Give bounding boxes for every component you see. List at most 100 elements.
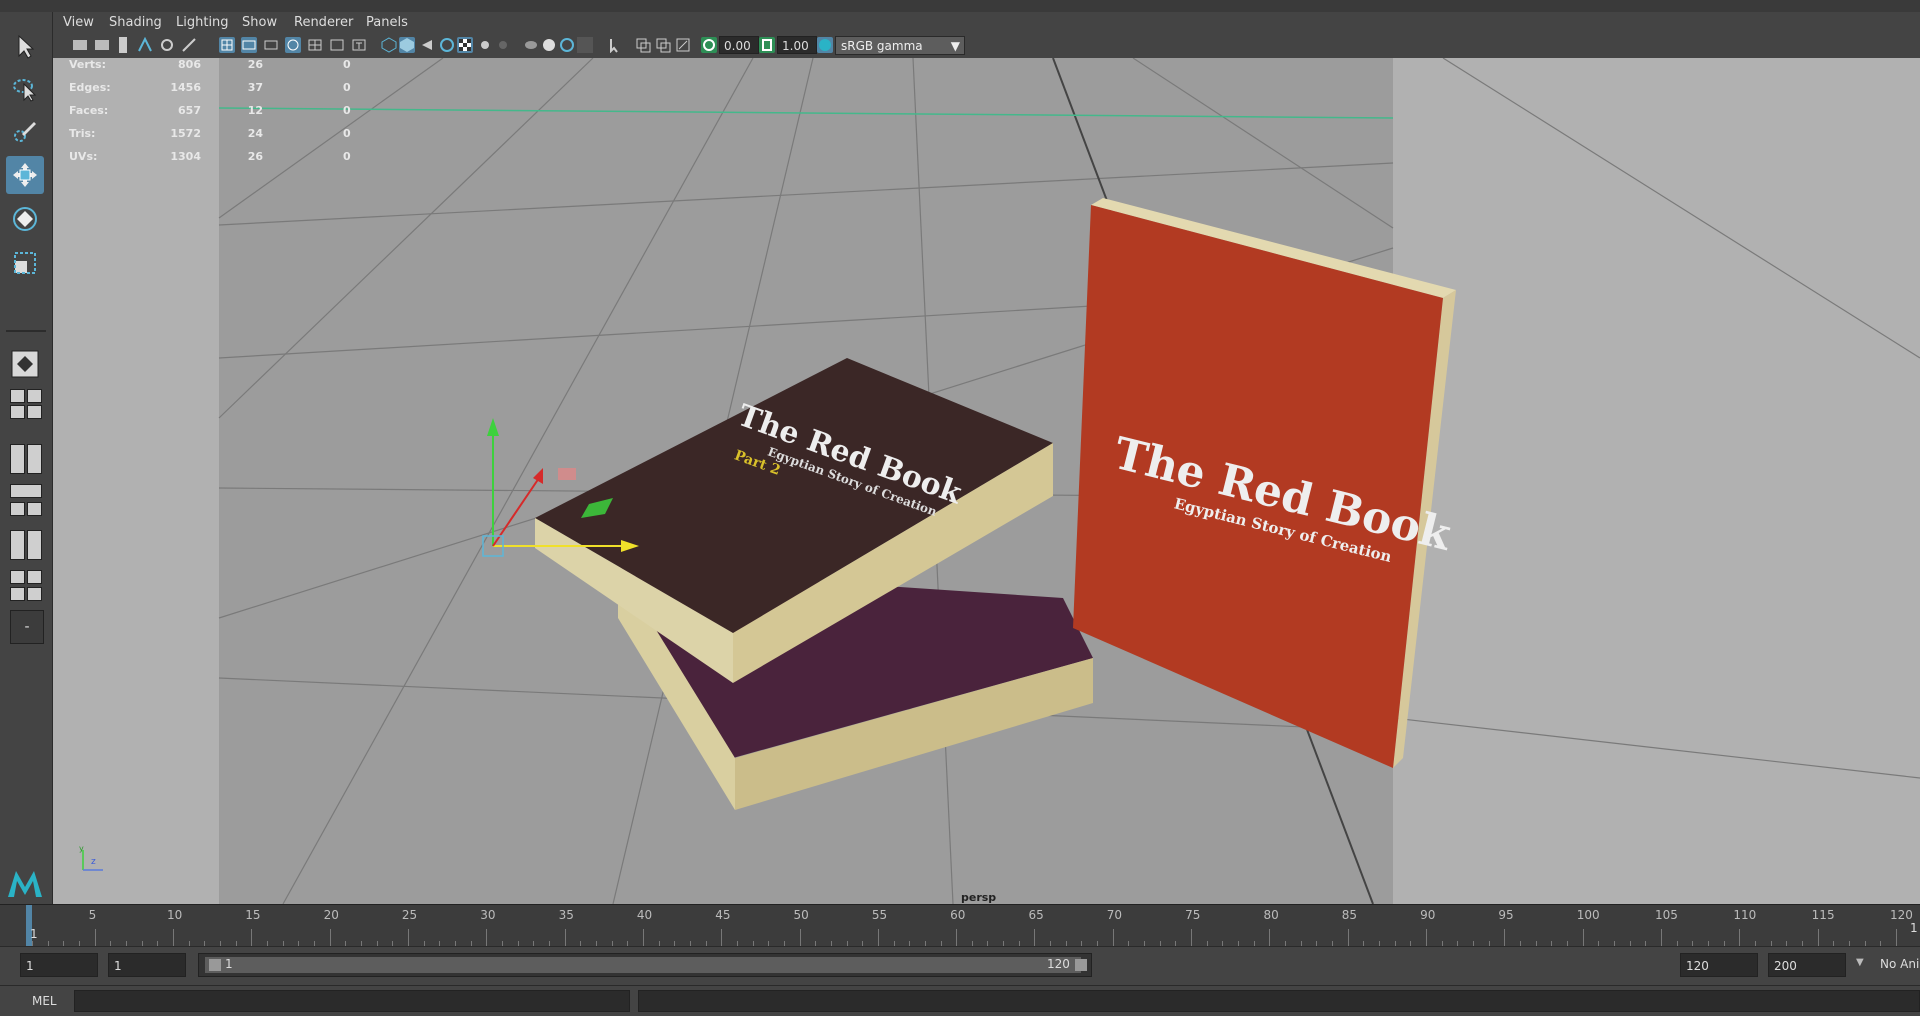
menu-panels[interactable]: Panels — [366, 15, 408, 30]
timeline-tick — [956, 929, 958, 947]
textured-icon[interactable] — [457, 37, 473, 53]
hypershade-layout-icon-b[interactable] — [10, 587, 42, 601]
2d-pan-zoom-icon[interactable] — [159, 37, 175, 53]
timeline-tick — [329, 929, 331, 947]
range-end-grip[interactable] — [1075, 959, 1087, 971]
timeline-tick — [1269, 929, 1271, 947]
timeline-tick-label: 110 — [1733, 908, 1757, 922]
film-gate-icon[interactable] — [241, 37, 257, 53]
ground-grid — [218, 58, 1920, 904]
exposure-field[interactable]: 0.00 — [719, 36, 759, 54]
timeline-tick-label: 55 — [871, 908, 888, 922]
quick-render-icon[interactable] — [635, 37, 651, 53]
smooth-shade-icon[interactable] — [399, 37, 415, 53]
custom-layout-button[interactable]: - — [10, 610, 44, 644]
menu-view[interactable]: View — [63, 15, 94, 30]
menu-lighting[interactable]: Lighting — [176, 15, 229, 30]
timeline-tick-label: 100 — [1576, 908, 1600, 922]
menu-renderer[interactable]: Renderer — [294, 15, 353, 30]
scale-tool-icon[interactable] — [6, 244, 44, 282]
wireframe-icon[interactable] — [381, 37, 397, 53]
single-view-layout-icon[interactable] — [6, 345, 44, 383]
timeline-tick — [486, 929, 488, 947]
highlight-selection-icon[interactable] — [607, 37, 623, 54]
wireframe-on-shaded-icon[interactable] — [439, 37, 455, 53]
playback-end-field[interactable]: 120 — [1680, 953, 1758, 977]
timeline-tick-label: 90 — [1420, 908, 1436, 922]
timeline-tick — [407, 929, 409, 947]
exposure-icon[interactable] — [701, 37, 717, 53]
range-slider-end: 120 — [1047, 957, 1070, 971]
3d-viewport[interactable]: The Red Book Egyptian Story of Creation … — [53, 58, 1920, 904]
timeline-tick-label: 85 — [1341, 908, 1358, 922]
hypershade-layout-icon[interactable] — [10, 570, 42, 584]
lasso-tool-icon[interactable] — [6, 70, 44, 108]
panel-toolbar: 0.00 1.00 sRGB gamma ▼ — [53, 33, 1920, 59]
playback-start-field[interactable]: 1 — [108, 953, 186, 977]
paint-select-tool-icon[interactable] — [6, 112, 44, 150]
render-settings-icon[interactable] — [675, 37, 691, 53]
four-view-layout-icon[interactable] — [10, 389, 42, 403]
use-all-lights-icon[interactable] — [477, 37, 493, 53]
timeline-tick — [1347, 929, 1349, 947]
timeline-tick — [1582, 929, 1584, 947]
anim-layer-label[interactable]: No Ani — [1880, 957, 1919, 971]
color-management-icon[interactable] — [817, 37, 833, 53]
color-space-dropdown[interactable]: sRGB gamma ▼ — [835, 36, 965, 55]
safe-action-icon[interactable] — [329, 37, 345, 53]
timeline-tick — [251, 929, 253, 947]
side-by-side-layout-icon[interactable] — [10, 444, 42, 474]
timeline-tick-label: 105 — [1655, 908, 1678, 922]
command-input[interactable] — [74, 990, 630, 1012]
outliner-layout-icon[interactable] — [10, 484, 42, 498]
timeline-tick — [1661, 929, 1663, 947]
xray-joints-icon[interactable] — [541, 37, 557, 53]
range-bar-handle[interactable] — [205, 957, 1081, 973]
chevron-down-icon[interactable]: ▼ — [1856, 957, 1864, 968]
xray-components-icon[interactable] — [559, 37, 575, 53]
move-tool-icon[interactable] — [6, 156, 44, 194]
axis-label-y: y — [79, 844, 84, 853]
range-slider-start: 1 — [225, 957, 233, 971]
field-chart-icon[interactable] — [307, 37, 323, 53]
gamma-field[interactable]: 1.00 — [777, 36, 817, 54]
rotate-tool-icon[interactable] — [6, 200, 44, 238]
timeline-tick-label: 30 — [480, 908, 496, 922]
bookmark-icon[interactable] — [119, 37, 127, 53]
viewport-panel: View Shading Lighting Show Renderer Pane… — [53, 12, 1920, 904]
animation-start-field[interactable]: 1 — [20, 953, 98, 977]
timeline-tick — [877, 929, 879, 947]
grease-pencil-icon[interactable] — [181, 37, 197, 53]
y-axis-handle — [487, 418, 499, 436]
ipr-icon[interactable] — [655, 37, 671, 53]
safe-title-icon[interactable] — [351, 37, 367, 53]
shadows-icon[interactable] — [495, 37, 511, 53]
menu-show[interactable]: Show — [242, 15, 277, 30]
axis-label-z: z — [91, 857, 96, 867]
maya-logo-icon — [6, 864, 44, 902]
camera-attributes-icon[interactable] — [95, 40, 109, 50]
xray-icon[interactable] — [523, 37, 539, 53]
gate-mask-icon[interactable] — [285, 37, 301, 53]
time-slider[interactable]: 1 5 10 15 20 25 30 35 40 45 50 55 60 65 70 75 80 85 90 95 1… — [0, 904, 1920, 947]
lighting-icon[interactable] — [419, 37, 435, 53]
grid-icon[interactable] — [219, 37, 235, 53]
graph-layout-icon[interactable] — [10, 530, 42, 560]
menu-shading[interactable]: Shading — [109, 15, 162, 30]
range-start-grip[interactable] — [209, 959, 221, 971]
camera-icon[interactable] — [73, 40, 87, 50]
isolate-select-icon[interactable] — [577, 37, 593, 53]
timeline-tick — [172, 929, 174, 947]
outliner-layout-icon-b[interactable] — [10, 502, 42, 516]
gamma-icon[interactable] — [759, 37, 775, 53]
select-tool-icon[interactable] — [6, 28, 44, 66]
timeline-tick-label: 50 — [793, 908, 809, 922]
image-plane-icon[interactable] — [137, 36, 153, 53]
four-view-layout-icon-b[interactable] — [10, 405, 42, 419]
resolution-gate-icon[interactable] — [263, 37, 279, 53]
script-language-button[interactable]: MEL — [32, 994, 57, 1008]
range-bar[interactable]: 1 120 — [198, 953, 1092, 977]
timeline-tick — [1191, 929, 1193, 947]
animation-end-field[interactable]: 200 — [1768, 953, 1846, 977]
timeline-tick — [1504, 929, 1506, 947]
